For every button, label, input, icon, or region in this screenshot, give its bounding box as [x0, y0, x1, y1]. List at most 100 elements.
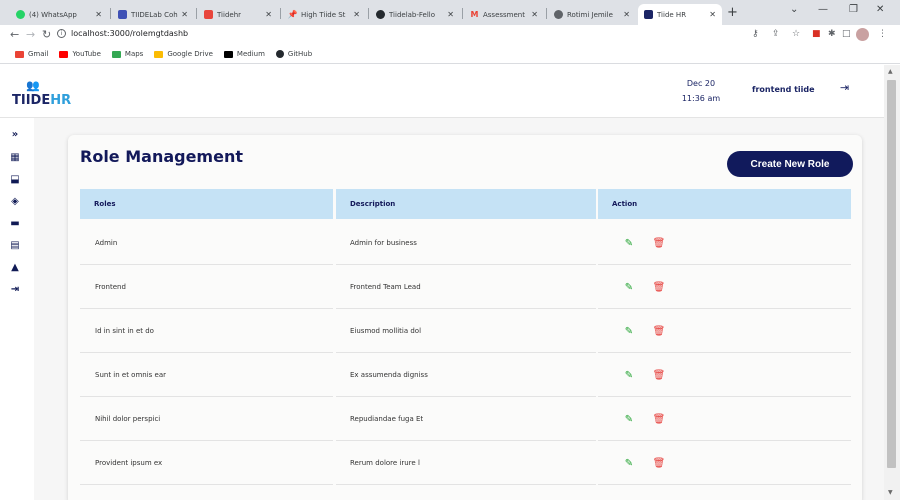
trash-icon[interactable]: 🗑 — [653, 370, 666, 381]
bookmark-github[interactable]: GitHub — [275, 50, 312, 58]
edit-icon[interactable]: ✎ — [624, 458, 634, 469]
minimize-icon[interactable]: — — [818, 4, 828, 15]
edit-icon[interactable]: ✎ — [624, 238, 634, 249]
close-icon[interactable]: ✕ — [709, 10, 716, 19]
tab-label: Tiidelab-Fello — [389, 10, 436, 19]
sidepanel-icon[interactable]: □ — [842, 29, 851, 39]
bookmark-label: Maps — [124, 50, 144, 58]
column-header-action: Action — [598, 189, 851, 219]
address-bar[interactable]: i localhost:3000/rolemgtdashb — [57, 29, 188, 38]
close-icon[interactable]: ✕ — [447, 10, 454, 19]
role-name: Provident ipsum ex — [95, 459, 163, 467]
browser-tab[interactable]: 📌 High Tiide St ✕ — [282, 4, 366, 25]
trash-icon[interactable]: 🗑 — [653, 238, 666, 249]
page-scrollbar[interactable]: ▲ ▼ — [884, 65, 900, 500]
tab-search-icon[interactable]: ⌄ — [790, 4, 798, 15]
logo-text: TIIDEHR — [12, 93, 71, 108]
scroll-thumb[interactable] — [887, 80, 896, 468]
close-icon[interactable]: ✕ — [353, 10, 360, 19]
logout-icon[interactable]: ⇥ — [9, 283, 21, 295]
close-icon[interactable]: ✕ — [623, 10, 630, 19]
logout-icon[interactable]: ⇥ — [840, 81, 849, 94]
chevrons-right-icon[interactable]: » — [9, 128, 21, 140]
trash-icon[interactable]: 🗑 — [653, 326, 666, 337]
divider — [80, 484, 333, 485]
bookmarks-bar: Gmail YouTube Maps Google Drive Medium G… — [0, 45, 900, 64]
close-icon[interactable]: ✕ — [265, 10, 272, 19]
role-management-card: Role Management Create New Role Roles De… — [68, 135, 862, 500]
table-row: Frontend Frontend Team Lead ✎ 🗑 — [80, 265, 851, 309]
bookmark-maps[interactable]: Maps — [111, 50, 144, 58]
column-header-description: Description — [336, 189, 596, 219]
trash-icon[interactable]: 🗑 — [653, 458, 666, 469]
edit-icon[interactable]: ✎ — [624, 326, 634, 337]
browser-tab-active[interactable]: Tiide HR ✕ — [638, 4, 722, 25]
close-icon[interactable]: ✕ — [531, 10, 538, 19]
bell-icon[interactable]: ▲ — [9, 261, 21, 273]
scroll-up-icon[interactable]: ▲ — [888, 68, 893, 75]
divider — [598, 484, 851, 485]
bookmark-youtube[interactable]: YouTube — [59, 50, 101, 58]
browser-tab[interactable]: TIIDELab Coh ✕ — [112, 4, 194, 25]
window-close-icon[interactable]: ✕ — [876, 4, 884, 15]
create-new-role-button[interactable]: Create New Role — [727, 151, 853, 177]
bookmark-google-drive[interactable]: Google Drive — [154, 50, 213, 58]
close-icon[interactable]: ✕ — [181, 10, 188, 19]
edit-icon[interactable]: ✎ — [624, 282, 634, 293]
drive-icon — [154, 50, 164, 58]
role-description: Rerum dolore irure l — [350, 459, 420, 467]
gmail-icon: M — [470, 10, 479, 19]
table-row: Nihil dolor perspici Repudiandae fuga Et… — [80, 397, 851, 441]
extension-icon[interactable]: ■ — [812, 29, 821, 39]
new-tab-icon[interactable]: + — [727, 5, 738, 20]
medium-icon — [223, 50, 233, 58]
page-title: Role Management — [80, 147, 243, 166]
layers-icon[interactable]: ◈ — [9, 195, 21, 207]
role-name: Frontend — [95, 283, 126, 291]
edit-icon[interactable]: ✎ — [624, 414, 634, 425]
username: frontend tiide — [752, 85, 815, 94]
reload-icon[interactable]: ↻ — [42, 28, 51, 41]
datetime: Dec 20 11:36 am — [676, 76, 726, 106]
bookmark-medium[interactable]: Medium — [223, 50, 265, 58]
date-text: Dec 20 — [686, 79, 716, 88]
id-card-icon[interactable]: ▤ — [9, 239, 21, 251]
tab-label: Tiide HR — [657, 10, 687, 19]
share-icon[interactable]: ⇪ — [772, 29, 780, 39]
browser-tab[interactable]: Rotimi Jemile ✕ — [548, 4, 636, 25]
tiidelab-icon — [118, 10, 127, 19]
table-icon[interactable]: ▦ — [9, 151, 21, 163]
browser-tab[interactable]: (4) WhatsApp ✕ — [10, 4, 108, 25]
role-name: Id in sint in et do — [95, 327, 154, 335]
trash-icon[interactable]: 🗑 — [653, 414, 666, 425]
role-description: Ex assumenda digniss — [350, 371, 428, 379]
forward-icon[interactable]: → — [26, 28, 35, 41]
browser-tab[interactable]: M Assessment ✕ — [464, 4, 544, 25]
bed-icon[interactable]: ▬ — [9, 217, 21, 229]
scroll-down-icon[interactable]: ▼ — [888, 489, 893, 496]
menu-icon[interactable]: ⋮ — [878, 29, 887, 39]
tab-label: TIIDELab Coh — [131, 10, 178, 19]
role-name: Sunt in et omnis ear — [95, 371, 166, 379]
close-icon[interactable]: ✕ — [95, 10, 102, 19]
key-icon[interactable]: ⚷ — [752, 29, 759, 39]
app-header: 👥 TIIDEHR Dec 20 11:36 am frontend tiide… — [0, 65, 884, 118]
restore-icon[interactable]: ❐ — [849, 4, 858, 15]
bookmark-gmail[interactable]: Gmail — [15, 50, 48, 58]
tiide-hr-logo[interactable]: 👥 TIIDEHR — [12, 79, 82, 111]
browser-toolbar: ← → ↻ i localhost:3000/rolemgtdashb ⚷ ⇪ … — [0, 25, 900, 45]
table-row: Id in sint in et do Eiusmod mollitia dol… — [80, 309, 851, 353]
back-icon[interactable]: ← — [10, 28, 19, 41]
trash-icon[interactable]: 🗑 — [653, 282, 666, 293]
column-header-roles: Roles — [80, 189, 333, 219]
role-description: Admin for business — [350, 239, 417, 247]
browser-tab[interactable]: Tiidehr ✕ — [198, 4, 278, 25]
puzzle-icon[interactable]: ✱ — [828, 29, 836, 39]
profile-avatar[interactable] — [856, 28, 869, 41]
role-description: Frontend Team Lead — [350, 283, 421, 291]
star-icon[interactable]: ☆ — [792, 29, 800, 39]
briefcase-icon[interactable]: ⬓ — [9, 173, 21, 185]
site-info-icon[interactable]: i — [57, 29, 66, 38]
edit-icon[interactable]: ✎ — [624, 370, 634, 381]
browser-tab[interactable]: Tiidelab-Fello ✕ — [370, 4, 460, 25]
